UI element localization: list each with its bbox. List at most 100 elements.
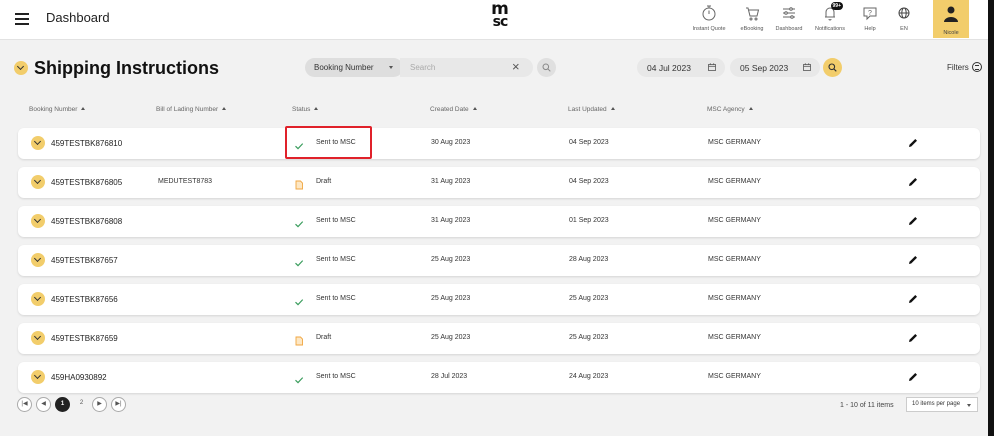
nav-dashboard[interactable]: Dashboard (772, 4, 806, 32)
page-1-button[interactable]: 1 (55, 397, 70, 412)
created-date: 30 Aug 2023 (431, 139, 471, 146)
pencil-icon[interactable] (907, 137, 919, 149)
table-row[interactable]: 459HA0930892 Sent to MSC 28 Jul 2023 24 … (18, 362, 980, 393)
column-header-created-date[interactable]: Created Date (430, 106, 477, 113)
nav-label: EN (900, 26, 908, 32)
check-icon (294, 294, 304, 312)
nav-help[interactable]: ? Help (860, 4, 880, 32)
pencil-icon[interactable] (907, 332, 919, 344)
expand-chevron-icon[interactable] (31, 331, 45, 345)
expand-chevron-icon[interactable] (31, 253, 45, 267)
search-button[interactable] (537, 58, 556, 77)
table-row[interactable]: 459TESTBK87657 Sent to MSC 25 Aug 2023 2… (18, 245, 980, 276)
check-icon (294, 255, 304, 273)
expand-chevron-icon[interactable] (31, 214, 45, 228)
sort-icon (472, 107, 477, 110)
check-icon (294, 372, 304, 390)
msc-agency: MSC GERMANY (708, 373, 761, 380)
user-name: Nicole (943, 30, 959, 36)
table-row[interactable]: 459TESTBK87659 Draft 25 Aug 2023 25 Aug … (18, 323, 980, 354)
chevron-down-icon (389, 66, 393, 69)
nav-label: Instant Quote (692, 26, 726, 32)
collapse-chevron-icon[interactable] (14, 61, 28, 75)
pencil-icon[interactable] (907, 254, 919, 266)
status-text: Sent to MSC (316, 295, 356, 302)
date-to-field[interactable]: 05 Sep 2023 (730, 58, 820, 77)
nav-language[interactable]: EN (895, 4, 913, 32)
table-row[interactable]: 459TESTBK876810 Sent to MSC 30 Aug 2023 … (18, 128, 980, 159)
date-from-value: 04 Jul 2023 (647, 63, 691, 73)
last-updated-date: 24 Aug 2023 (569, 373, 609, 380)
msc-agency: MSC GERMANY (708, 295, 761, 302)
clear-icon[interactable]: × (512, 59, 520, 75)
last-updated-date: 28 Aug 2023 (569, 256, 609, 263)
nav-instant-quote[interactable]: Instant Quote (692, 4, 726, 32)
nav-label: Dashboard (775, 26, 803, 32)
first-page-button[interactable]: |◀ (17, 397, 32, 412)
last-updated-date: 25 Aug 2023 (569, 295, 609, 302)
nav-label: eBooking (740, 26, 764, 32)
items-per-page-value: 10 items per page (912, 401, 961, 407)
column-label: Created Date (430, 106, 469, 113)
column-label: Bill of Lading Number (156, 106, 219, 113)
user-menu[interactable]: Nicole (933, 0, 969, 38)
prev-page-button[interactable]: ◀ (36, 397, 51, 412)
nav-notifications[interactable]: 99+ Notifications (811, 2, 849, 32)
booking-number: 459TESTBK87657 (51, 256, 118, 265)
nav-label: Help (864, 26, 876, 32)
pencil-icon[interactable] (907, 293, 919, 305)
last-page-button[interactable]: ▶| (111, 397, 126, 412)
page-title: Shipping Instructions (34, 58, 219, 78)
stopwatch-icon (702, 5, 716, 21)
last-updated-date: 04 Sep 2023 (569, 139, 609, 146)
last-updated-date: 04 Sep 2023 (569, 178, 609, 185)
pencil-icon[interactable] (907, 215, 919, 227)
table-row[interactable]: 459TESTBK87656 Sent to MSC 25 Aug 2023 2… (18, 284, 980, 315)
user-icon (944, 6, 958, 22)
items-per-page-select[interactable]: 10 items per page (906, 397, 978, 412)
table-row[interactable]: 459TESTBK876808 Sent to MSC 31 Aug 2023 … (18, 206, 980, 237)
msc-agency: MSC GERMANY (708, 334, 761, 341)
status-text: Sent to MSC (316, 139, 356, 146)
draft-icon (294, 333, 304, 351)
next-page-button[interactable]: ▶ (92, 397, 107, 412)
table-row[interactable]: 459TESTBK876805 MEDUTEST8783 Draft 31 Au… (18, 167, 980, 198)
chevron-down-icon (967, 404, 971, 407)
column-header-bill-of-lading[interactable]: Bill of Lading Number (156, 106, 227, 113)
nav-ebooking[interactable]: eBooking (737, 4, 767, 32)
window-edge (988, 0, 994, 436)
nav-label: Notifications (815, 26, 845, 32)
sort-icon (314, 107, 319, 110)
msc-agency: MSC GERMANY (708, 217, 761, 224)
draft-icon (294, 177, 304, 195)
expand-chevron-icon[interactable] (31, 136, 45, 150)
search-field-value: Booking Number (314, 63, 374, 72)
date-search-button[interactable] (823, 58, 842, 77)
status-text: Draft (316, 334, 332, 341)
pencil-icon[interactable] (907, 176, 919, 188)
msc-logo[interactable]: m sc (486, 1, 514, 30)
hamburger-menu-icon[interactable] (15, 13, 29, 25)
top-bar: Dashboard m sc Instant Quote eBooking Da… (0, 0, 994, 40)
bill-of-lading-number: MEDUTEST8783 (158, 178, 213, 185)
booking-number: 459TESTBK876808 (51, 217, 123, 226)
column-header-msc-agency[interactable]: MSC Agency (707, 106, 753, 113)
page-2-button[interactable]: 2 (74, 397, 89, 412)
column-header-last-updated[interactable]: Last Updated (568, 106, 615, 113)
booking-number: 459HA0930892 (51, 373, 107, 382)
filters-button[interactable]: Filters (947, 62, 983, 72)
status-text: Sent to MSC (316, 256, 356, 263)
expand-chevron-icon[interactable] (31, 175, 45, 189)
expand-chevron-icon[interactable] (31, 370, 45, 384)
sort-icon (222, 107, 227, 110)
date-from-field[interactable]: 04 Jul 2023 (637, 58, 725, 77)
pencil-icon[interactable] (907, 371, 919, 383)
search-field-select[interactable]: Booking Number (305, 58, 403, 77)
expand-chevron-icon[interactable] (31, 292, 45, 306)
sort-icon (610, 107, 615, 110)
column-header-status[interactable]: Status (292, 106, 319, 113)
globe-icon (898, 7, 910, 19)
column-label: Booking Number (29, 106, 78, 113)
msc-agency: MSC GERMANY (708, 139, 761, 146)
column-header-booking-number[interactable]: Booking Number (29, 106, 86, 113)
